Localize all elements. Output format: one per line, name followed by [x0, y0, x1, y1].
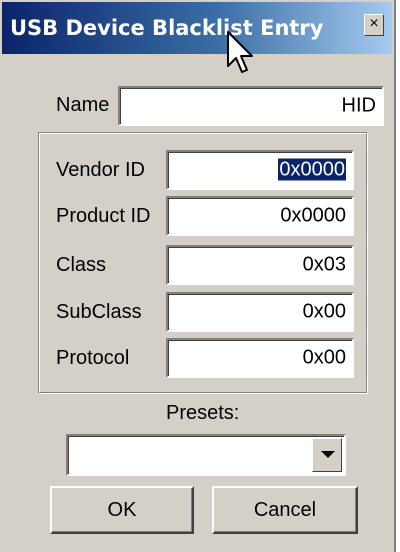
cancel-button[interactable]: Cancel	[212, 486, 358, 534]
product-id-field[interactable]: 0x0000	[166, 196, 354, 236]
chevron-down-icon	[321, 451, 335, 458]
subclass-field[interactable]: 0x00	[166, 292, 354, 332]
name-field-value: HID	[341, 94, 376, 117]
subclass-label: SubClass	[56, 301, 142, 323]
vendor-id-value: 0x0000	[278, 158, 346, 182]
class-field[interactable]: 0x03	[166, 245, 354, 285]
product-id-value: 0x0000	[280, 204, 346, 227]
product-id-label: Product ID	[56, 205, 151, 227]
vendor-id-field[interactable]: 0x0000	[166, 150, 354, 190]
close-icon: ×	[369, 15, 379, 32]
presets-dropdown-button[interactable]	[312, 438, 342, 472]
vendor-id-selected-text: 0x0000	[278, 158, 346, 181]
protocol-value: 0x00	[302, 346, 346, 369]
name-field[interactable]: HID	[118, 86, 384, 126]
presets-dropdown[interactable]	[66, 434, 346, 476]
protocol-field[interactable]: 0x00	[166, 338, 354, 378]
window-title: USB Device Blacklist Entry	[10, 16, 324, 40]
protocol-label: Protocol	[56, 347, 130, 369]
class-label: Class	[56, 254, 107, 276]
class-value: 0x03	[302, 253, 346, 276]
ok-button[interactable]: OK	[50, 486, 194, 534]
title-bar[interactable]: USB Device Blacklist Entry ×	[2, 2, 392, 54]
vendor-id-label: Vendor ID	[56, 159, 145, 181]
close-button[interactable]: ×	[364, 14, 384, 36]
presets-label: Presets:	[166, 402, 240, 424]
subclass-value: 0x00	[302, 300, 346, 323]
dialog-window: USB Device Blacklist Entry × Name HID Ve…	[0, 0, 396, 552]
name-label: Name	[56, 94, 110, 116]
mouse-pointer-icon	[227, 31, 253, 73]
